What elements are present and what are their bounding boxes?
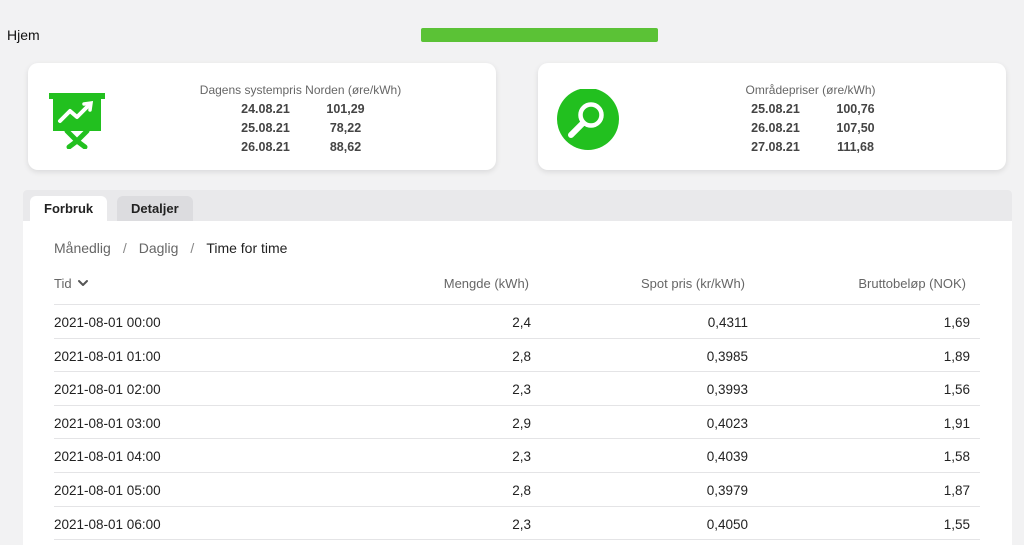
price-date: 26.08.21 bbox=[241, 140, 290, 154]
amount-cell: 2,3 bbox=[512, 449, 531, 465]
table-row: 2021-08-01 01:00 2,8 0,3985 1,89 bbox=[54, 339, 980, 373]
gross-amount-header: Bruttobeløp (NOK) bbox=[858, 276, 966, 291]
system-price-title: Dagens systempris Norden (øre/kWh) bbox=[199, 83, 402, 97]
gross-cell: 1,87 bbox=[943, 482, 970, 498]
price-date: 27.08.21 bbox=[751, 140, 800, 154]
area-price-card: Områdepriser (øre/kWh) 25.08.21 100,76 2… bbox=[538, 63, 1006, 170]
amount-cell: 2,3 bbox=[512, 382, 531, 398]
breadcrumb-hourly: Time for time bbox=[206, 240, 288, 256]
amount-header: Mengde (kWh) bbox=[443, 276, 529, 291]
spot-cell: 0,3993 bbox=[706, 382, 748, 398]
search-icon bbox=[556, 88, 620, 158]
price-row: 24.08.21 101,29 bbox=[178, 100, 423, 119]
area-price-title: Områdepriser (øre/kWh) bbox=[745, 83, 876, 97]
spot-cell: 0,3979 bbox=[706, 482, 748, 498]
spot-cell: 0,4039 bbox=[706, 449, 748, 465]
amount-cell: 2,4 bbox=[512, 315, 531, 330]
sort-time-header[interactable]: Tid bbox=[54, 276, 89, 291]
price-value: 100,76 bbox=[836, 102, 875, 116]
gross-cell: 1,91 bbox=[943, 415, 970, 431]
amount-cell: 2,8 bbox=[512, 348, 531, 364]
time-cell: 2021-08-01 01:00 bbox=[54, 348, 161, 364]
price-value: 101,29 bbox=[326, 102, 365, 116]
price-value: 111,68 bbox=[837, 140, 874, 154]
time-cell: 2021-08-01 06:00 bbox=[54, 516, 161, 532]
spot-cell: 0,3985 bbox=[706, 348, 748, 364]
gross-cell: 1,69 bbox=[943, 315, 970, 330]
breadcrumb: Månedlig / Daglig / Time for time bbox=[54, 240, 287, 256]
time-cell: 2021-08-01 04:00 bbox=[54, 449, 161, 465]
gross-cell: 1,58 bbox=[943, 449, 970, 465]
spot-cell: 0,4050 bbox=[706, 516, 748, 532]
table-row: 2021-08-01 03:00 2,9 0,4023 1,91 bbox=[54, 406, 980, 440]
price-date: 26.08.21 bbox=[751, 121, 800, 135]
time-cell: 2021-08-01 03:00 bbox=[54, 415, 161, 431]
price-value: 88,62 bbox=[329, 140, 362, 154]
consumption-panel: Forbruk Detaljer Månedlig / Daglig / Tim… bbox=[23, 190, 1012, 545]
amount-cell: 2,9 bbox=[512, 415, 531, 431]
table-row: 2021-08-01 00:00 2,4 0,4311 1,69 bbox=[54, 305, 980, 339]
table-body: 2021-08-01 00:00 2,4 0,4311 1,69 2021-08… bbox=[54, 305, 980, 541]
chart-presentation-icon bbox=[46, 89, 110, 154]
table-row: 2021-08-01 05:00 2,8 0,3979 1,87 bbox=[54, 473, 980, 507]
time-cell: 2021-08-01 05:00 bbox=[54, 482, 161, 498]
time-cell: 2021-08-01 00:00 bbox=[54, 315, 161, 330]
spot-price-header: Spot pris (kr/kWh) bbox=[640, 276, 745, 291]
time-header-label: Tid bbox=[54, 276, 72, 291]
price-date: 25.08.21 bbox=[751, 102, 800, 116]
price-row: 26.08.21 88,62 bbox=[178, 138, 423, 157]
redacted-page-title bbox=[421, 28, 658, 42]
breadcrumb-separator: / bbox=[122, 240, 127, 256]
price-row: 26.08.21 107,50 bbox=[688, 119, 933, 138]
home-link[interactable]: Hjem bbox=[7, 27, 40, 43]
gross-cell: 1,55 bbox=[943, 516, 970, 532]
tab-detaljer[interactable]: Detaljer bbox=[117, 196, 193, 221]
price-date: 24.08.21 bbox=[241, 102, 290, 116]
spot-cell: 0,4023 bbox=[706, 415, 748, 431]
spot-cell: 0,4311 bbox=[707, 315, 748, 330]
breadcrumb-monthly[interactable]: Månedlig bbox=[54, 240, 111, 256]
table-row: 2021-08-01 06:00 2,3 0,4050 1,55 bbox=[54, 507, 980, 541]
price-row: 27.08.21 111,68 bbox=[688, 138, 933, 157]
amount-cell: 2,8 bbox=[512, 482, 531, 498]
gross-cell: 1,89 bbox=[943, 348, 970, 364]
gross-cell: 1,56 bbox=[943, 382, 970, 398]
breadcrumb-separator: / bbox=[190, 240, 195, 256]
table-header: Tid Mengde (kWh) Spot pris (kr/kWh) Brut… bbox=[54, 268, 980, 305]
price-value: 107,50 bbox=[836, 121, 875, 135]
breadcrumb-daily[interactable]: Daglig bbox=[139, 240, 179, 256]
tab-bar: Forbruk Detaljer bbox=[23, 190, 1012, 221]
chevron-down-icon bbox=[77, 276, 89, 291]
amount-cell: 2,3 bbox=[512, 516, 531, 532]
table-row: 2021-08-01 02:00 2,3 0,3993 1,56 bbox=[54, 372, 980, 406]
table-row: 2021-08-01 04:00 2,3 0,4039 1,58 bbox=[54, 439, 980, 473]
price-row: 25.08.21 100,76 bbox=[688, 100, 933, 119]
price-date: 25.08.21 bbox=[241, 121, 290, 135]
system-price-card: Dagens systempris Norden (øre/kWh) 24.08… bbox=[28, 63, 496, 170]
price-row: 25.08.21 78,22 bbox=[178, 119, 423, 138]
price-value: 78,22 bbox=[329, 121, 362, 135]
time-cell: 2021-08-01 02:00 bbox=[54, 382, 161, 398]
tab-forbruk[interactable]: Forbruk bbox=[30, 196, 108, 221]
